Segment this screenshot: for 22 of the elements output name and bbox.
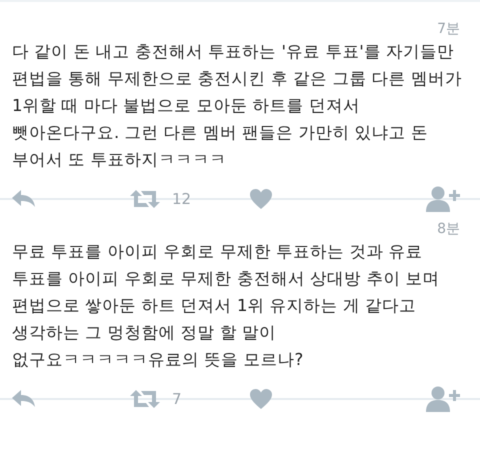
tweet-text: 뺏아온다구요. 그런 다른 멤버 팬들은 가만히 있냐고 돈 [12,122,429,144]
tweet-text: 부어서 또 투표하지ㅋㅋㅋㅋ [12,149,228,171]
retweet-count: 7 [172,390,183,408]
tweet-time: 8분 [437,220,460,238]
tweet-text: 편법을 통해 무제한으로 충전시킨 후 같은 그룹 다른 멤버가 [12,68,460,90]
tweet-text: 편법으로 쌓아둔 하트 던져서 1위 유지하는 게 같다고 [12,295,418,317]
reply-icon[interactable] [12,190,36,208]
tweet-time: 7분 [437,20,460,38]
tweet-text: 무료 투표를 아이피 우회로 무제한 투표하는 것과 유료 [12,241,424,263]
follow-icon[interactable] [426,186,460,212]
tweet-text: 다 같이 돈 내고 충전해서 투표하는 '유료 투표'를 자기들만 [12,41,456,63]
tweet-text: 1위할 때 마다 불법으로 모아둔 하트를 던져서 [12,95,361,117]
tweet-text: 생각하는 그 멍청함에 정말 할 말이 [12,322,278,344]
heart-icon[interactable] [250,389,272,409]
retweet-count: 12 [172,190,192,208]
tweet-text: 없구요ㅋㅋㅋㅋㅋ유료의 뜻을 모르나? [12,349,304,371]
retweet-icon[interactable] [130,189,160,209]
retweet-icon[interactable] [130,389,160,409]
reply-icon[interactable] [12,390,36,408]
follow-icon[interactable] [426,386,460,412]
tweet-text: 투표를 아이피 우회로 무제한 충전해서 상대방 추이 보며 [12,268,441,290]
heart-icon[interactable] [250,189,272,209]
